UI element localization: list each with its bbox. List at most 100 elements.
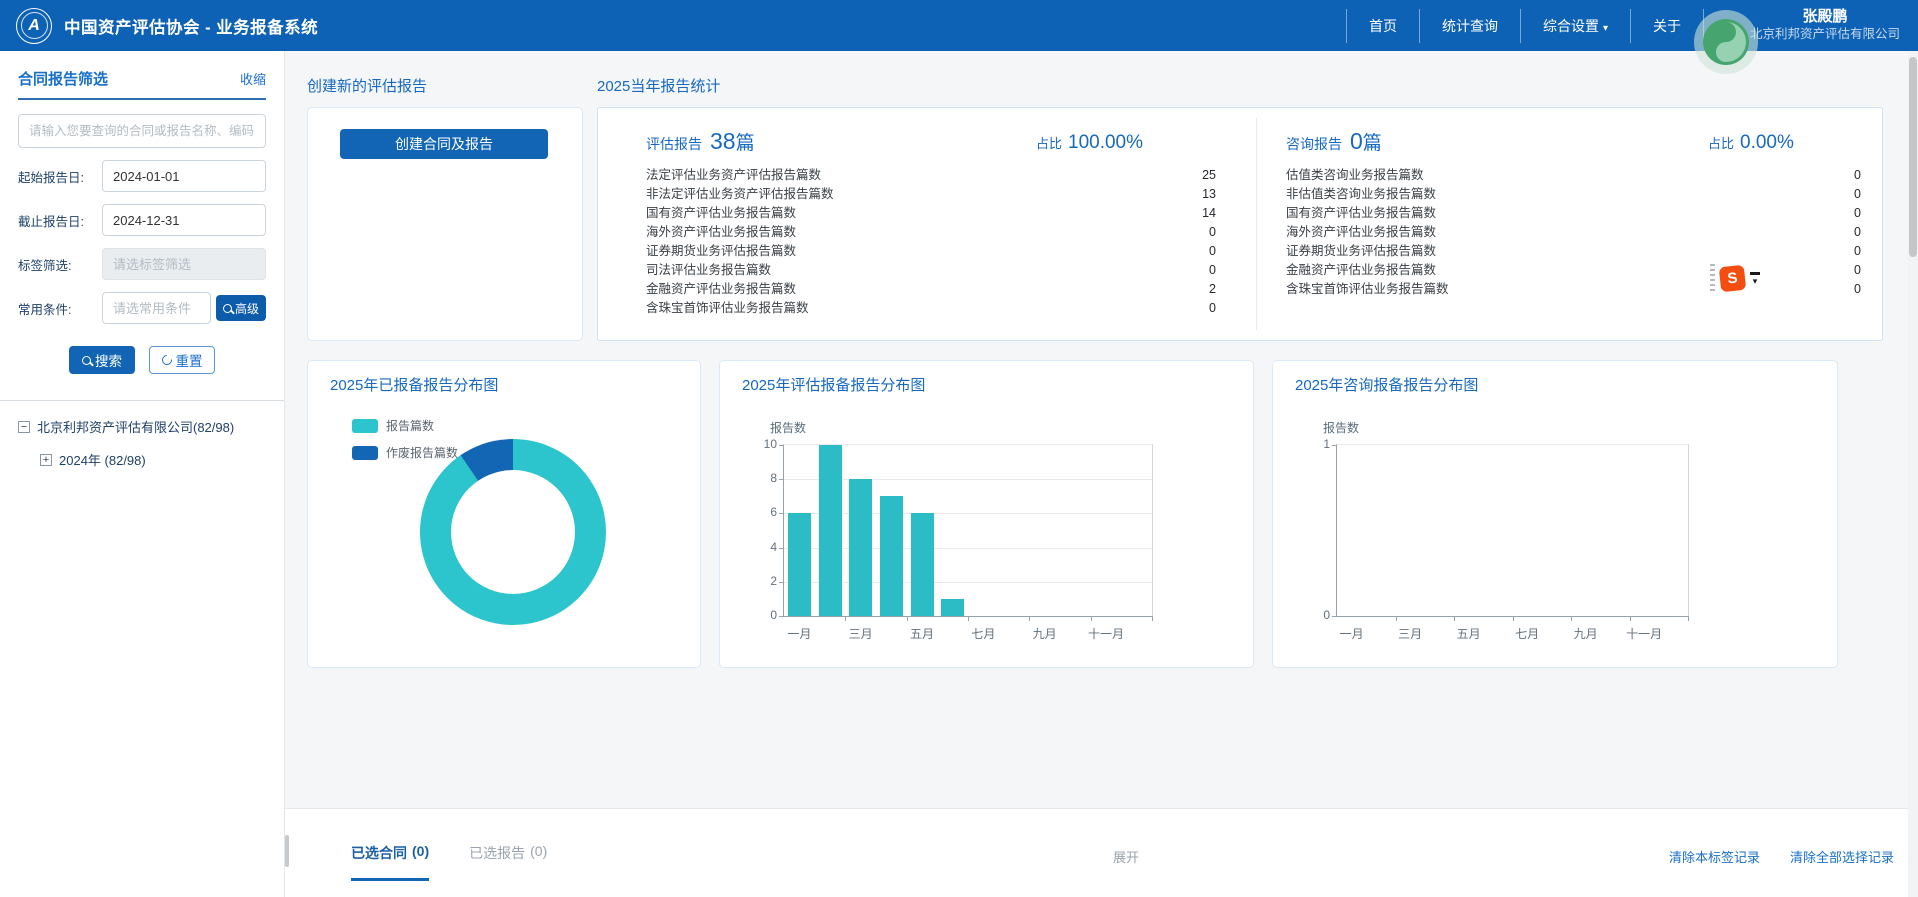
y-axis-label: 报告数 bbox=[1323, 419, 1359, 436]
y-tick-label: 2 bbox=[752, 574, 777, 588]
x-tick-mark bbox=[1513, 616, 1514, 621]
x-tick-label: 五月 bbox=[1445, 625, 1493, 642]
tree-node-label: 2024年 (82/98) bbox=[59, 450, 146, 469]
y-tick-label: 0 bbox=[1305, 608, 1330, 622]
sidebar-actions: 搜索 重置 bbox=[18, 346, 266, 374]
bar bbox=[880, 496, 903, 616]
appraisal-bar-chart-card: 2025年评估报备报告分布图 报告数 0246810一月三月五月七月九月十一月 bbox=[719, 360, 1254, 668]
tab-selected-contracts[interactable]: 已选合同 (0) bbox=[351, 843, 429, 881]
user-name: 张殿鹏 bbox=[1802, 8, 1847, 27]
company-tree: − 北京利邦资产评估有限公司(82/98) + 2024年 (82/98) bbox=[18, 417, 266, 469]
x-tick-label: 五月 bbox=[898, 625, 946, 642]
tab-selected-reports[interactable]: 已选报告 (0) bbox=[469, 843, 547, 881]
bar-plot: 0246810一月三月五月七月九月十一月 bbox=[783, 444, 1153, 617]
navbar-menu: 首页 统计查询 综合设置▾ 关于 张殿鹏 北京利邦资产评估有限公司 bbox=[1346, 0, 1918, 51]
appraisal-report-header: 评估报告 38 篇 bbox=[646, 128, 755, 155]
start-date-label: 起始报告日: bbox=[18, 167, 102, 186]
y-tick-label: 8 bbox=[752, 471, 777, 485]
stat-row-label: 非法定评估业务资产评估报告篇数 bbox=[646, 185, 834, 204]
main-content: 创建新的评估报告 2025当年报告统计 创建合同及报告 评估报告 38 篇 占比… bbox=[285, 51, 1908, 808]
tag-filter-label: 标签筛选: bbox=[18, 255, 102, 274]
stat-row-value: 0 bbox=[1854, 166, 1861, 185]
collapse-link[interactable]: 收缩 bbox=[240, 69, 266, 88]
common-filter-input[interactable] bbox=[102, 292, 211, 324]
tree-node-year[interactable]: + 2024年 (82/98) bbox=[18, 450, 266, 469]
nav-item-statistics[interactable]: 统计查询 bbox=[1420, 16, 1520, 36]
keyword-search-input[interactable] bbox=[18, 114, 266, 148]
stat-row: 证券期货业务评估报告篇数0 bbox=[1286, 242, 1861, 261]
clear-current-tab-link[interactable]: 清除本标签记录 bbox=[1669, 847, 1760, 866]
bar bbox=[941, 599, 964, 616]
stat-row-value: 0 bbox=[1854, 242, 1861, 261]
yearly-stats-card: 评估报告 38 篇 占比 100.00% 法定评估业务资产评估报告篇数25非法定… bbox=[597, 107, 1883, 341]
user-info[interactable]: 张殿鹏 北京利邦资产评估有限公司 bbox=[1750, 8, 1900, 42]
clear-all-selection-link[interactable]: 清除全部选择记录 bbox=[1790, 847, 1894, 866]
stat-row: 司法评估业务报告篇数0 bbox=[646, 261, 1216, 280]
stat-row-value: 0 bbox=[1209, 242, 1216, 261]
stat-row-value: 0 bbox=[1854, 223, 1861, 242]
stat-row-value: 0 bbox=[1209, 299, 1216, 318]
nav-item-home[interactable]: 首页 bbox=[1347, 16, 1419, 36]
stat-row-label: 海外资产评估业务报告篇数 bbox=[1286, 223, 1436, 242]
scrollbar-thumb[interactable] bbox=[1909, 57, 1917, 257]
minimize-handle[interactable]: ▾ bbox=[1750, 272, 1760, 285]
tree-node-company[interactable]: − 北京利邦资产评估有限公司(82/98) bbox=[18, 417, 266, 436]
x-tick-label: 七月 bbox=[959, 625, 1007, 642]
end-date-label: 截止报告日: bbox=[18, 211, 102, 230]
x-tick-mark bbox=[1630, 616, 1631, 621]
stat-row-label: 法定评估业务资产评估报告篇数 bbox=[646, 166, 821, 185]
x-tick-mark bbox=[1152, 616, 1153, 621]
legend-item-voided[interactable]: 作废报告篇数 bbox=[352, 444, 458, 461]
logo-monogram: A bbox=[21, 12, 48, 39]
y-tick-mark bbox=[779, 548, 784, 549]
common-filter-label: 常用条件: bbox=[18, 299, 102, 318]
x-tick-mark bbox=[1571, 616, 1572, 621]
start-date-input[interactable] bbox=[102, 160, 266, 192]
reset-button[interactable]: 重置 bbox=[149, 346, 215, 374]
x-tick-label: 十一月 bbox=[1082, 625, 1130, 642]
stat-row-value: 0 bbox=[1854, 261, 1861, 280]
create-contract-report-button[interactable]: 创建合同及报告 bbox=[340, 129, 548, 159]
advanced-search-button[interactable]: 高级 bbox=[216, 295, 266, 321]
search-button-label: 搜索 bbox=[95, 350, 122, 370]
share-value: 0.00% bbox=[1740, 132, 1794, 154]
sidebar-title: 合同报告筛选 bbox=[18, 68, 108, 89]
x-tick-label: 九月 bbox=[1021, 625, 1069, 642]
nav-item-settings[interactable]: 综合设置▾ bbox=[1521, 16, 1630, 36]
create-section-heading: 创建新的评估报告 bbox=[307, 75, 427, 96]
legend-item-reports[interactable]: 报告篇数 bbox=[352, 417, 458, 434]
x-tick-label: 一月 bbox=[775, 625, 823, 642]
tree-collapse-icon[interactable]: − bbox=[18, 421, 30, 433]
selection-tabs: 已选合同 (0) 已选报告 (0) bbox=[351, 843, 547, 881]
search-button[interactable]: 搜索 bbox=[69, 346, 135, 374]
association-logo-icon: A bbox=[16, 8, 52, 44]
end-date-input[interactable] bbox=[102, 204, 266, 236]
tag-filter-input[interactable] bbox=[102, 248, 266, 280]
y-tick-mark bbox=[779, 445, 784, 446]
consulting-report-header: 咨询报告 0 篇 bbox=[1286, 128, 1382, 155]
nav-item-about[interactable]: 关于 bbox=[1631, 16, 1703, 36]
stat-row-label: 国有资产评估业务报告篇数 bbox=[646, 204, 796, 223]
nav-item-settings-label: 综合设置 bbox=[1543, 18, 1599, 34]
stat-row-value: 0 bbox=[1209, 261, 1216, 280]
x-tick-mark bbox=[1396, 616, 1397, 621]
x-tick-label: 三月 bbox=[1386, 625, 1434, 642]
expand-link[interactable]: 展开 bbox=[1113, 847, 1139, 866]
stat-row: 海外资产评估业务报告篇数 0 bbox=[1286, 223, 1861, 242]
filed-reports-donut-card: 2025年已报备报告分布图 报告篇数 作废报告篇数 bbox=[307, 360, 701, 668]
drag-handle[interactable] bbox=[285, 835, 289, 867]
y-axis-label: 报告数 bbox=[770, 419, 806, 436]
y-tick-mark bbox=[779, 479, 784, 480]
tree-expand-icon[interactable]: + bbox=[40, 454, 52, 466]
reset-icon bbox=[159, 353, 173, 367]
orange-s-badge-icon[interactable]: S bbox=[1719, 264, 1746, 291]
category-count: 38 bbox=[710, 128, 736, 155]
chart-legend: 报告篇数 作废报告篇数 bbox=[352, 417, 458, 471]
stat-row: 非估值类咨询业务报告篇数0 bbox=[1286, 185, 1861, 204]
stat-row-value: 13 bbox=[1202, 185, 1216, 204]
y-tick-label: 4 bbox=[752, 540, 777, 554]
y-tick-mark bbox=[779, 582, 784, 583]
floating-assistant-icon[interactable] bbox=[1694, 10, 1758, 74]
dots-grip-icon[interactable] bbox=[1710, 264, 1715, 292]
consulting-share: 占比 0.00% bbox=[1708, 132, 1794, 154]
